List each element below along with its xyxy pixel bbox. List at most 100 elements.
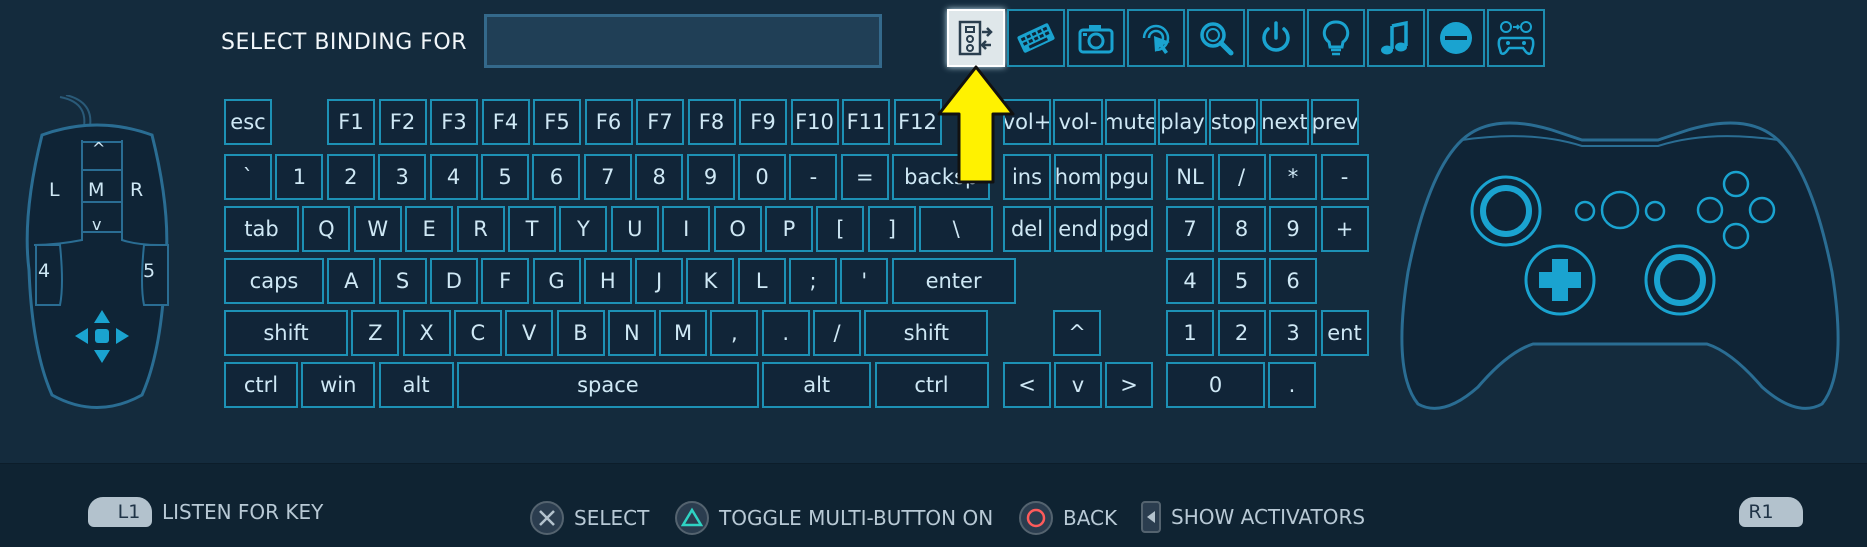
key-t[interactable]: T: [508, 206, 556, 252]
key-u[interactable]: U: [610, 206, 659, 252]
key-s[interactable]: S: [378, 258, 427, 304]
key--[interactable]: ': [840, 258, 889, 304]
key-tab[interactable]: tab: [224, 206, 299, 252]
key-f10[interactable]: F10: [790, 99, 839, 145]
key-4[interactable]: 4: [429, 154, 478, 200]
show-activators-hint[interactable]: SHOW ACTIVATORS: [1141, 501, 1365, 533]
key--[interactable]: +: [1320, 206, 1369, 252]
key-w[interactable]: W: [353, 206, 402, 252]
key-shift[interactable]: shift: [224, 310, 348, 356]
key--[interactable]: \: [919, 206, 994, 252]
key-8[interactable]: 8: [635, 154, 684, 200]
key-r[interactable]: R: [456, 206, 505, 252]
key-nl[interactable]: NL: [1166, 154, 1214, 200]
key-3[interactable]: 3: [378, 154, 427, 200]
key--[interactable]: ]: [867, 206, 916, 252]
key-l[interactable]: L: [737, 258, 786, 304]
key-next[interactable]: next: [1260, 99, 1309, 145]
select-hint[interactable]: SELECT: [530, 501, 649, 535]
key-f7[interactable]: F7: [636, 99, 684, 145]
key-e[interactable]: E: [405, 206, 454, 252]
key-del[interactable]: del: [1003, 206, 1051, 252]
key-x[interactable]: X: [402, 310, 451, 356]
key-6[interactable]: 6: [532, 154, 581, 200]
key-2[interactable]: 2: [326, 154, 375, 200]
key--[interactable]: <: [1003, 362, 1051, 408]
r1-hint[interactable]: R1: [1739, 497, 1803, 527]
key--[interactable]: .: [1268, 362, 1316, 408]
toggle-multi-button-hint[interactable]: TOGGLE MULTI-BUTTON ON: [675, 501, 993, 535]
key-ctrl[interactable]: ctrl: [874, 362, 989, 408]
key-win[interactable]: win: [301, 362, 376, 408]
key-0[interactable]: 0: [738, 154, 786, 200]
key--[interactable]: =: [840, 154, 889, 200]
key--[interactable]: -: [1320, 154, 1369, 200]
key--[interactable]: `: [224, 154, 272, 200]
key-f12[interactable]: F12: [893, 99, 942, 145]
key-v[interactable]: V: [505, 310, 554, 356]
key-7[interactable]: 7: [583, 154, 632, 200]
key--[interactable]: /: [1217, 154, 1266, 200]
key-z[interactable]: Z: [351, 310, 400, 356]
key-0[interactable]: 0: [1166, 362, 1265, 408]
key-5[interactable]: 5: [1217, 258, 1266, 304]
key-end[interactable]: end: [1054, 206, 1102, 252]
key-o[interactable]: O: [713, 206, 762, 252]
key-3[interactable]: 3: [1269, 310, 1317, 356]
key--[interactable]: .: [761, 310, 810, 356]
key-i[interactable]: I: [662, 206, 711, 252]
key-h[interactable]: H: [583, 258, 632, 304]
key-7[interactable]: 7: [1166, 206, 1214, 252]
key-f11[interactable]: F11: [842, 99, 890, 145]
key-5[interactable]: 5: [481, 154, 529, 200]
key-f3[interactable]: F3: [430, 99, 478, 145]
key-j[interactable]: J: [635, 258, 684, 304]
key-d[interactable]: D: [429, 258, 478, 304]
key-pgu[interactable]: pgu: [1105, 154, 1153, 200]
key-ctrl[interactable]: ctrl: [224, 362, 298, 408]
key-b[interactable]: B: [556, 310, 605, 356]
key-ent[interactable]: ent: [1320, 310, 1369, 356]
key-n[interactable]: N: [607, 310, 656, 356]
key-alt[interactable]: alt: [378, 362, 454, 408]
key-f1[interactable]: F1: [327, 99, 375, 145]
key-v[interactable]: v: [1054, 362, 1102, 408]
key-p[interactable]: P: [765, 206, 813, 252]
key--[interactable]: >: [1105, 362, 1153, 408]
key-stop[interactable]: stop: [1209, 99, 1258, 145]
key-f[interactable]: F: [481, 258, 530, 304]
back-hint[interactable]: BACK: [1019, 501, 1117, 535]
key--[interactable]: ,: [710, 310, 759, 356]
key-play[interactable]: play: [1158, 99, 1207, 145]
key--[interactable]: ;: [789, 258, 837, 304]
key-shift[interactable]: shift: [864, 310, 989, 356]
key-9[interactable]: 9: [686, 154, 735, 200]
key-k[interactable]: K: [686, 258, 735, 304]
key-f2[interactable]: F2: [378, 99, 427, 145]
key-prev[interactable]: prev: [1311, 99, 1359, 145]
key-mute[interactable]: mute: [1105, 99, 1156, 145]
key-g[interactable]: G: [532, 258, 581, 304]
key-f5[interactable]: F5: [533, 99, 581, 145]
key-y[interactable]: Y: [559, 206, 608, 252]
key-space[interactable]: space: [456, 362, 759, 408]
key-alt[interactable]: alt: [762, 362, 872, 408]
key--[interactable]: [: [816, 206, 865, 252]
key--[interactable]: *: [1269, 154, 1317, 200]
key-caps[interactable]: caps: [224, 258, 324, 304]
key--[interactable]: /: [813, 310, 861, 356]
listen-for-key-hint[interactable]: L1 LISTEN FOR KEY: [88, 497, 323, 527]
key-enter[interactable]: enter: [891, 258, 1016, 304]
key-4[interactable]: 4: [1166, 258, 1214, 304]
key-1[interactable]: 1: [1166, 310, 1214, 356]
key-8[interactable]: 8: [1217, 206, 1266, 252]
key--[interactable]: ^: [1053, 310, 1101, 356]
key-f8[interactable]: F8: [687, 99, 736, 145]
key-q[interactable]: Q: [302, 206, 351, 252]
key-1[interactable]: 1: [275, 154, 324, 200]
key--[interactable]: -: [789, 154, 838, 200]
key-f9[interactable]: F9: [739, 99, 787, 145]
key-esc[interactable]: esc: [224, 99, 272, 145]
key-f6[interactable]: F6: [584, 99, 633, 145]
key-a[interactable]: A: [327, 258, 376, 304]
